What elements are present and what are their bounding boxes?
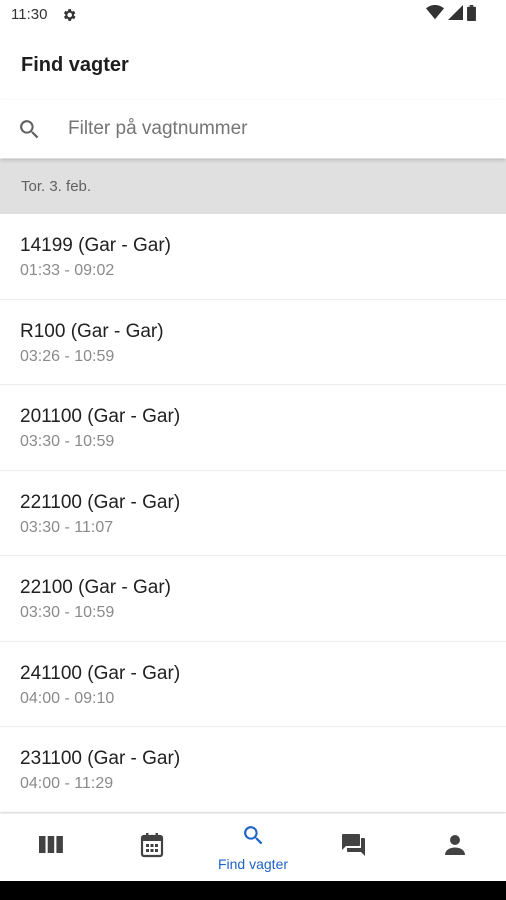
shift-time: 03:30 - 10:59 (20, 433, 115, 450)
list-item[interactable]: R100 (Gar - Gar) 03:26 - 10:59 (0, 299, 506, 385)
nav-label-find-shifts: Find vagter (217, 856, 289, 872)
gear-icon (61, 7, 77, 23)
shift-time: 03:30 - 10:59 (20, 604, 115, 621)
shift-title: 241100 (Gar - Gar) (20, 662, 181, 684)
app-bar: Find vagter (0, 30, 506, 100)
list-item[interactable]: 241100 (Gar - Gar) 04:00 - 09:10 (0, 641, 506, 727)
shift-time: 03:26 - 10:59 (20, 347, 115, 365)
chat-icon (341, 833, 367, 862)
shift-title: R100 (Gar - Gar) (20, 320, 164, 342)
shift-list: 14199 (Gar - Gar) 01:33 - 09:02 R100 (Ga… (0, 214, 506, 813)
shift-time: 04:00 - 09:10 (20, 689, 115, 707)
signal-icon (448, 5, 463, 25)
wifi-icon (426, 5, 444, 25)
list-item[interactable]: 221100 (Gar - Gar) 03:30 - 11:07 (0, 470, 506, 556)
shift-title: 14199 (Gar - Gar) (20, 235, 171, 256)
list-item[interactable]: 231100 (Gar - Gar) 04:00 - 11:29 (0, 727, 506, 813)
shift-time: 03:30 - 11:07 (20, 518, 114, 536)
shift-title: 231100 (Gar - Gar) (20, 748, 181, 769)
status-time: 11:30 (11, 6, 48, 23)
status-bar: 11:30 (0, 0, 506, 30)
search-icon (17, 117, 42, 142)
page-title: Find vagter (21, 54, 129, 76)
list-item[interactable]: 22100 (Gar - Gar) 03:30 - 10:59 (0, 556, 506, 642)
nav-item-messages[interactable] (304, 814, 405, 881)
nav-item-profile[interactable] (405, 814, 506, 881)
search-icon (241, 823, 266, 853)
date-section-header: Tor. 3. feb. (0, 159, 506, 214)
shift-title: 201100 (Gar - Gar) (20, 406, 181, 427)
shift-time: 04:00 - 11:29 (20, 775, 114, 792)
battery-icon (467, 4, 476, 26)
search-input[interactable] (68, 112, 488, 146)
shift-title: 221100 (Gar - Gar) (20, 491, 181, 513)
system-navigation-bar (0, 881, 506, 900)
nav-item-find-shifts[interactable]: Find vagter (202, 814, 303, 881)
status-icons (426, 4, 476, 26)
shift-title: 22100 (Gar - Gar) (20, 577, 171, 598)
list-item[interactable]: 14199 (Gar - Gar) 01:33 - 09:02 (0, 214, 506, 300)
nav-item-calendar[interactable] (101, 814, 202, 881)
columns-icon (38, 834, 64, 861)
person-icon (443, 833, 467, 862)
calendar-icon (140, 832, 164, 863)
shift-time: 01:33 - 09:02 (20, 262, 115, 279)
bottom-navigation: Find vagter (0, 814, 506, 881)
nav-item-overview[interactable] (0, 814, 101, 881)
list-item[interactable]: 201100 (Gar - Gar) 03:30 - 10:59 (0, 385, 506, 471)
date-label: Tor. 3. feb. (21, 178, 92, 195)
search-bar (0, 100, 506, 158)
